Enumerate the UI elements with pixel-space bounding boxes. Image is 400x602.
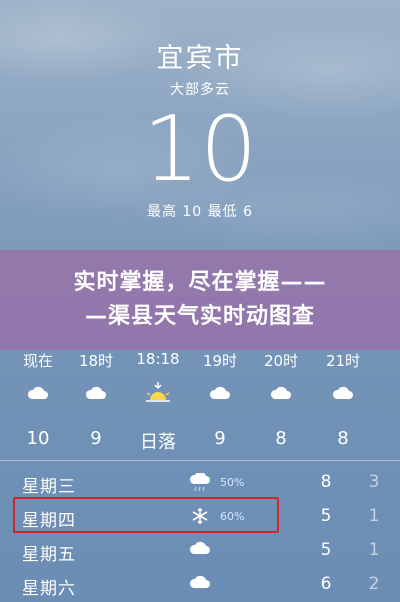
day-name: 星期三 [22,477,76,497]
hour-temperature: 10 [26,428,50,449]
cloud-icon [188,541,212,561]
hour-temperature: 9 [214,428,226,449]
highlight-box [13,497,279,533]
hour-label: 18时 [78,352,114,370]
hour-label: 19时 [202,352,238,370]
hour-temperature: 9 [90,428,102,449]
cloud-icon [188,575,212,595]
day-high: 6 [320,574,332,594]
banner-title-line-1: 实时掌握，尽在掌握—— [73,270,327,295]
high-low-temperature: 最高 10 最低 6 [146,204,254,220]
day-high: 8 [320,472,332,492]
daily-row: 星期六 6 2 [0,567,400,601]
hourly-forecast[interactable]: 现在 10 18时 9 18:18 日落 19时 9 20时 8 21时 8 [0,350,400,460]
day-name: 星期六 [22,579,76,599]
day-low: 1 [368,506,380,526]
sunset-icon [128,380,188,402]
cloud-icon [190,386,250,408]
daily-row: 星期三 50% 8 3 [0,465,400,499]
article-title-banner: 实时掌握，尽在掌握—— —渠县天气实时动图查 [0,250,400,350]
city-name: 宜宾市 [156,43,244,74]
day-low: 2 [368,574,380,594]
rain-cloud-icon [188,473,212,493]
daily-row: 星期五 5 1 [0,533,400,567]
current-temperature: 10 [142,97,258,202]
hour-temperature: 8 [337,428,349,449]
day-name: 星期五 [22,545,76,565]
day-high: 5 [320,540,332,560]
section-divider [0,460,400,461]
weather-condition: 大部多云 [170,82,230,98]
precipitation-chance: 50% [220,476,245,489]
day-high: 5 [320,506,332,526]
cloud-icon [66,386,126,408]
sunset-label: 日落 [140,432,176,453]
cloud-icon [8,386,68,408]
cloud-icon [313,386,373,408]
cloud-icon [251,386,311,408]
hour-label: 18:18 [136,350,180,368]
day-low: 1 [368,540,380,560]
day-low: 3 [368,472,380,492]
hour-label: 21时 [325,352,361,370]
hour-label: 20时 [263,352,299,370]
banner-title-line-2: —渠县天气实时动图查 [84,304,315,329]
hour-label: 现在 [22,352,53,370]
hour-temperature: 8 [275,428,287,449]
